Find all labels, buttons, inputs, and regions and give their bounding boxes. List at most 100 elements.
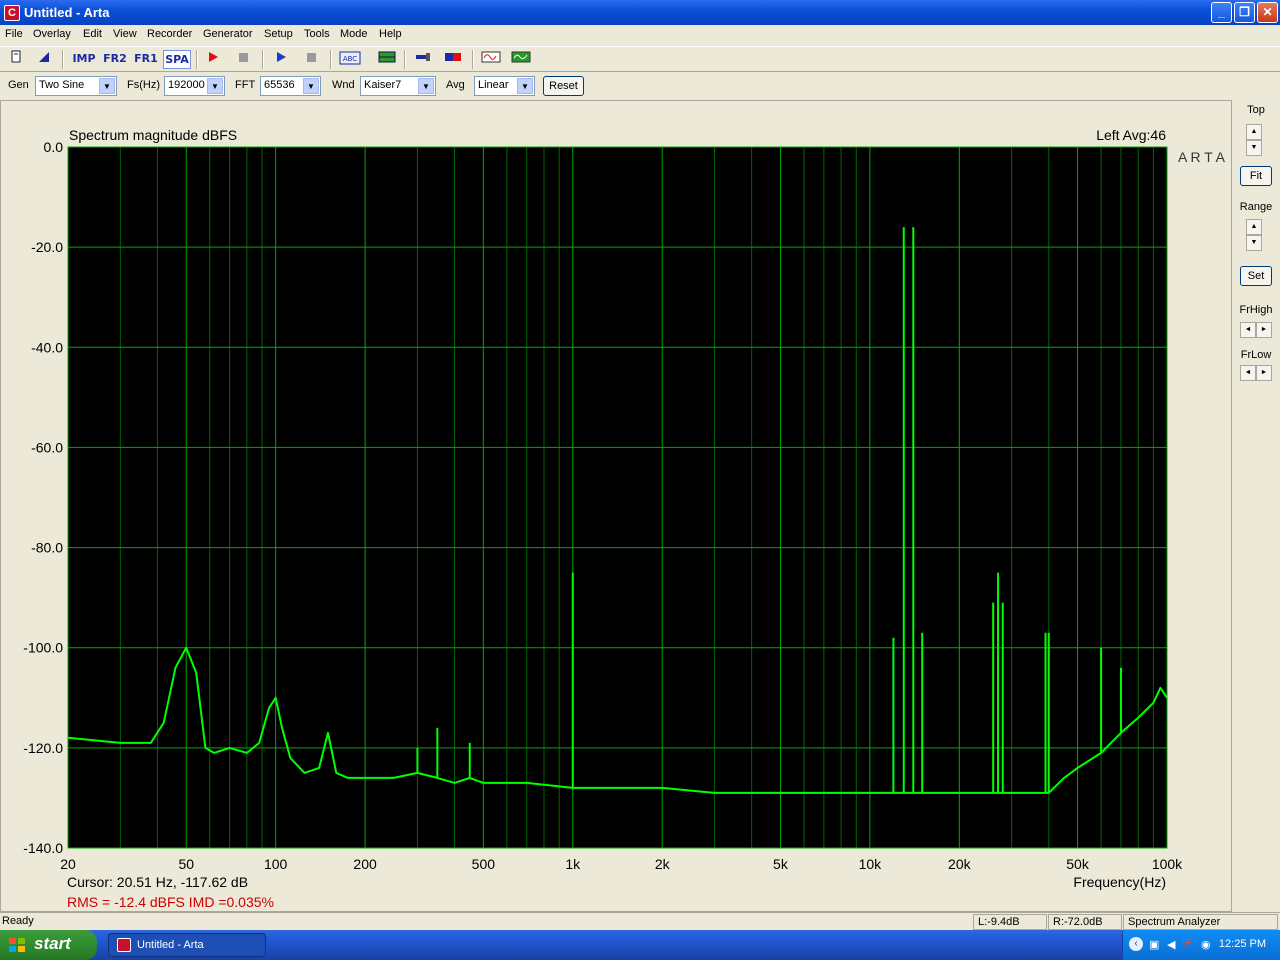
chevron-down-icon[interactable]: ▼	[207, 78, 223, 94]
side-panel: Top ▲ ▼ Fit Range ▲ ▼ Set FrHigh ◄ ► FrL…	[1232, 100, 1280, 912]
frlow-left-button[interactable]: ◄	[1240, 365, 1256, 381]
range-down-button[interactable]: ▼	[1246, 235, 1262, 251]
x-tick-label: 50	[178, 856, 194, 872]
menu-view[interactable]: View	[113, 28, 137, 40]
sample-rate-value: 192000	[168, 79, 205, 91]
cursor-readout: Cursor: 20.51 Hz, -117.62 dB	[67, 874, 248, 890]
window-select[interactable]: Kaiser7 ▼	[360, 76, 436, 96]
menu-help[interactable]: Help	[379, 28, 402, 40]
generator-select[interactable]: Two Sine ▼	[35, 76, 117, 96]
y-tick-label: -40.0	[31, 339, 63, 355]
minimize-button[interactable]: _	[1211, 2, 1232, 23]
tray-expand-icon[interactable]: ‹	[1129, 937, 1143, 951]
fft-size-select[interactable]: 65536 ▼	[260, 76, 321, 96]
control-bar: Gen Two Sine ▼ Fs(Hz) 192000 ▼ FFT 65536…	[0, 73, 1280, 99]
menu-bar: File Overlay Edit View Recorder Generato…	[0, 25, 1280, 45]
status-text: Ready	[2, 915, 34, 927]
fs-label: Fs(Hz)	[127, 79, 160, 91]
impulse-mode-button[interactable]: IMP	[70, 50, 98, 69]
level-meter-icon[interactable]	[442, 50, 464, 69]
frhigh-right-button[interactable]: ►	[1256, 322, 1272, 338]
device-icon[interactable]: ◉	[1201, 938, 1211, 951]
maximize-button[interactable]: ❐	[1234, 2, 1255, 23]
reset-button[interactable]: Reset	[543, 76, 584, 96]
spectrum-mode-button[interactable]: SPA	[163, 50, 191, 69]
chevron-down-icon[interactable]: ▼	[99, 78, 115, 94]
set-button[interactable]: Set	[1240, 266, 1272, 286]
play-icon[interactable]	[270, 50, 292, 69]
record-icon[interactable]	[202, 50, 224, 69]
spectrum-chart[interactable]: 0.0 -20.0 -40.0 -60.0 -80.0 -100.0 -120.0 -140.…	[1, 101, 1233, 913]
frlow-label: FrLow	[1240, 349, 1272, 361]
abc-icon[interactable]: ABC	[338, 50, 362, 69]
grid-icon[interactable]	[376, 50, 398, 69]
fit-button[interactable]: Fit	[1240, 166, 1272, 186]
y-tick-label: 0.0	[44, 139, 64, 155]
chevron-down-icon[interactable]: ▼	[517, 78, 533, 94]
menu-mode[interactable]: Mode	[340, 28, 368, 40]
menu-tools[interactable]: Tools	[304, 28, 330, 40]
menu-file[interactable]: File	[5, 28, 23, 40]
x-tick-label: 100	[264, 856, 288, 872]
top-up-button[interactable]: ▲	[1246, 124, 1262, 140]
fr1-mode-button[interactable]: FR1	[132, 50, 160, 69]
generator-icon[interactable]	[480, 50, 502, 69]
channel-average-label: Left Avg:46	[1096, 127, 1166, 143]
right-level-readout: R:-72.0dB	[1048, 914, 1122, 930]
new-file-icon[interactable]	[5, 50, 27, 69]
menu-overlay[interactable]: Overlay	[33, 28, 71, 40]
range-up-button[interactable]: ▲	[1246, 219, 1262, 235]
security-shield-icon[interactable]: ⛨	[1183, 938, 1191, 951]
sample-rate-select[interactable]: 192000 ▼	[164, 76, 225, 96]
chart-title: Spectrum magnitude dBFS	[69, 127, 237, 143]
x-tick-label: 20k	[948, 856, 972, 872]
x-tick-label: 100k	[1152, 856, 1183, 872]
stop-record-icon[interactable]	[232, 50, 254, 69]
x-tick-label: 1k	[565, 856, 581, 872]
title-bar: C Untitled - Arta _ ❐ ✕	[0, 0, 1280, 25]
top-down-button[interactable]: ▼	[1246, 140, 1262, 156]
open-file-icon[interactable]	[33, 50, 55, 69]
taskbar-item-arta[interactable]: Untitled - Arta	[108, 933, 266, 957]
start-button[interactable]: start	[0, 930, 97, 960]
arta-app-icon	[117, 938, 131, 952]
x-tick-label: 200	[353, 856, 377, 872]
plot-area[interactable]: 0.0 -20.0 -40.0 -60.0 -80.0 -100.0 -120.0 -140.…	[0, 100, 1232, 912]
x-tick-label: 2k	[655, 856, 671, 872]
status-bar: Ready L:-9.4dB R:-72.0dB Spectrum Analyz…	[0, 912, 1280, 930]
menu-setup[interactable]: Setup	[264, 28, 293, 40]
y-tick-label: -140.0	[23, 840, 63, 856]
x-axis-label: Frequency(Hz)	[1073, 874, 1166, 890]
x-tick-label: 10k	[859, 856, 883, 872]
frhigh-label: FrHigh	[1239, 304, 1273, 316]
frlow-right-button[interactable]: ►	[1256, 365, 1272, 381]
y-tick-label: -20.0	[31, 239, 63, 255]
fr2-mode-button[interactable]: FR2	[101, 50, 129, 69]
menu-recorder[interactable]: Recorder	[147, 28, 192, 40]
menu-generator[interactable]: Generator	[203, 28, 253, 40]
y-tick-label: -80.0	[31, 540, 63, 556]
frhigh-left-button[interactable]: ◄	[1240, 322, 1256, 338]
taskbar: start Untitled - Arta ‹ ▣ ◀ ⛨ ◉ 12:25 PM	[0, 930, 1280, 960]
volume-icon[interactable]: ◀	[1167, 938, 1175, 951]
y-tick-label: -60.0	[31, 439, 63, 455]
scope-icon[interactable]	[510, 50, 532, 69]
stop-icon[interactable]	[300, 50, 322, 69]
y-tick-label: -120.0	[23, 740, 63, 756]
close-button[interactable]: ✕	[1257, 2, 1278, 23]
menu-edit[interactable]: Edit	[83, 28, 102, 40]
avg-label: Avg	[446, 79, 465, 91]
toolbar: IMP FR2 FR1 SPA ABC	[0, 46, 1280, 72]
network-icon[interactable]: ▣	[1149, 938, 1159, 951]
window-title: Untitled - Arta	[24, 5, 110, 20]
chevron-down-icon[interactable]: ▼	[418, 78, 434, 94]
averaging-select[interactable]: Linear ▼	[474, 76, 535, 96]
app-icon[interactable]: C	[4, 5, 20, 21]
cable-icon[interactable]	[412, 50, 434, 69]
windows-logo-icon	[9, 938, 25, 952]
x-tick-label: 500	[472, 856, 496, 872]
fft-size-value: 65536	[264, 79, 295, 91]
chevron-down-icon[interactable]: ▼	[303, 78, 319, 94]
rms-imd-readout: RMS = -12.4 dBFS IMD =0.035%	[67, 894, 274, 910]
system-tray: ‹ ▣ ◀ ⛨ ◉ 12:25 PM	[1122, 930, 1280, 960]
